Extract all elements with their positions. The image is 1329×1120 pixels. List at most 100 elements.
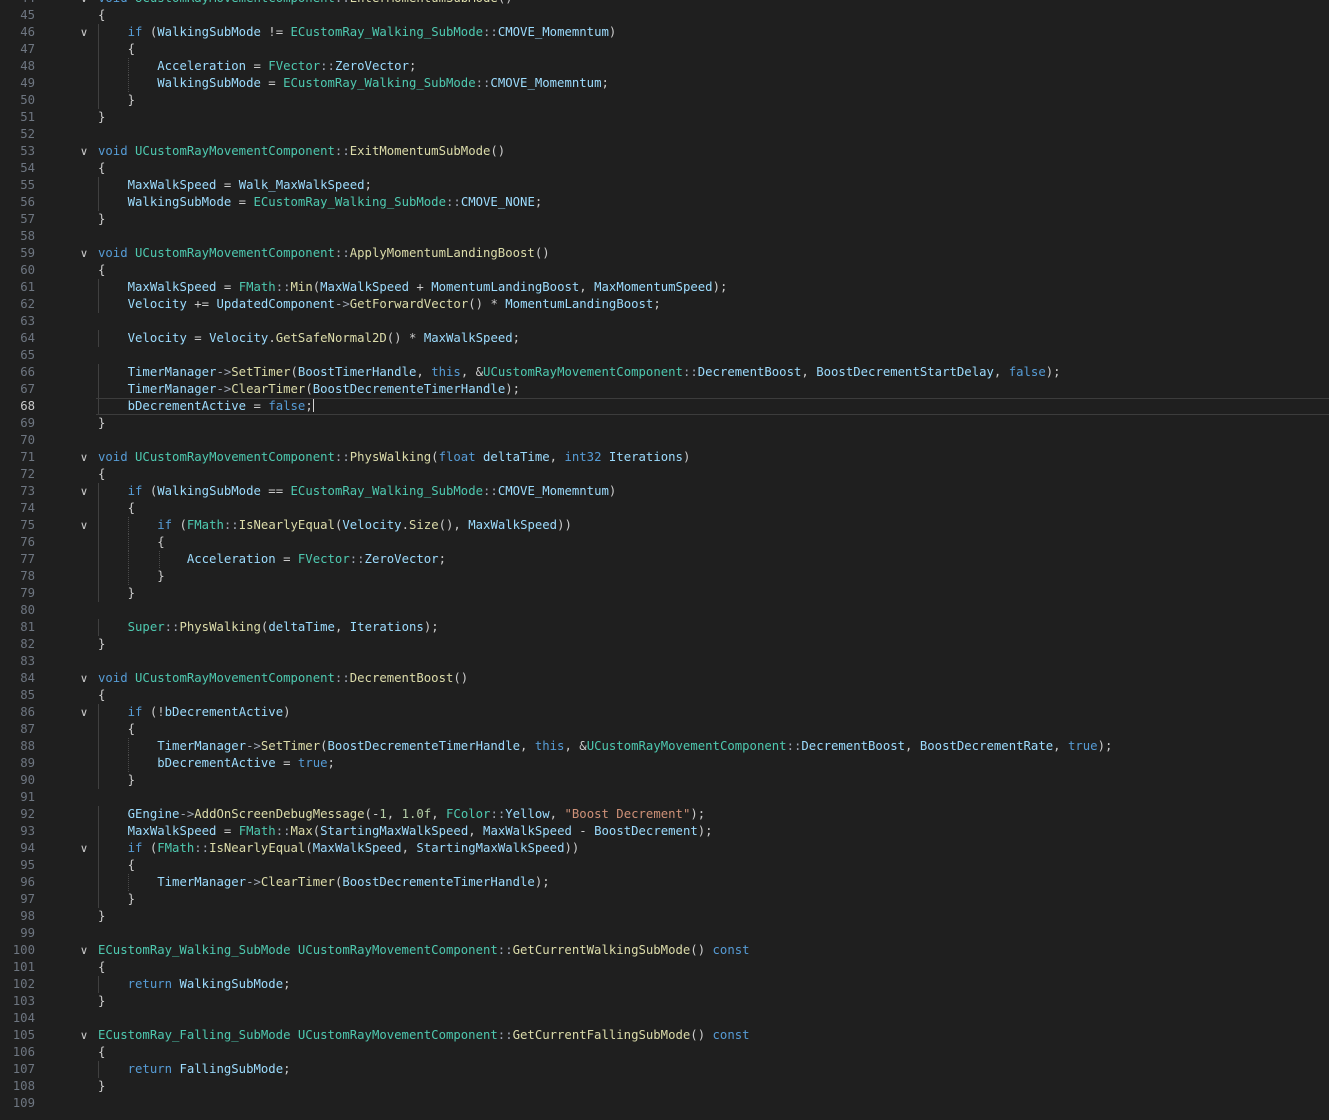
code-line[interactable]: 56 WalkingSubMode = ECustomRay_Walking_S… (0, 194, 1329, 211)
code-line[interactable]: 92 GEngine->AddOnScreenDebugMessage(-1, … (0, 806, 1329, 823)
code-line[interactable]: 108} (0, 1078, 1329, 1095)
code-line[interactable]: 74 { (0, 500, 1329, 517)
code-line[interactable]: 91 (0, 789, 1329, 806)
code-line[interactable]: 67 TimerManager->ClearTimer(BoostDecreme… (0, 381, 1329, 398)
code-line[interactable]: 76 { (0, 534, 1329, 551)
code-text: } (98, 110, 106, 124)
code-line[interactable]: 105 ∨ ECustomRay_Falling_SubMode UCustomRa… (0, 1027, 1329, 1044)
code-line[interactable]: 45 { (0, 7, 1329, 24)
code-line[interactable]: 86 ∨ if (!bDecrementActive) (0, 704, 1329, 721)
fold-chevron-icon[interactable]: ∨ (75, 143, 93, 160)
code-line[interactable]: 60 { (0, 262, 1329, 279)
fold-chevron-icon[interactable]: ∨ (75, 449, 93, 466)
code-line[interactable]: 62 Velocity += UpdatedComponent->GetForw… (0, 296, 1329, 313)
code-line[interactable]: 61 MaxWalkSpeed = FMath::Min(MaxWalkSpee… (0, 279, 1329, 296)
line-number: 73 (20, 484, 35, 498)
code-line[interactable]: 59 ∨ void UCustomRayMovementComponent::App… (0, 245, 1329, 262)
line-number: 106 (12, 1045, 35, 1059)
code-line[interactable]: 93 MaxWalkSpeed = FMath::Max(StartingMax… (0, 823, 1329, 840)
code-line[interactable]: 80 (0, 602, 1329, 619)
line-number: 64 (20, 331, 35, 345)
code-line[interactable]: 70 (0, 432, 1329, 449)
code-line[interactable]: 81 Super::PhysWalking(deltaTime, Iterati… (0, 619, 1329, 636)
code-line[interactable]: 65 (0, 347, 1329, 364)
code-text: { (98, 161, 106, 175)
code-line[interactable]: 54 { (0, 160, 1329, 177)
code-line[interactable]: 90 } (0, 772, 1329, 789)
code-line[interactable]: 106 { (0, 1044, 1329, 1061)
code-editor[interactable]: 44∨void UCustomRayMovementComponent::Ent… (0, 0, 1329, 1120)
code-line[interactable]: 89 bDecrementActive = true; (0, 755, 1329, 772)
code-line[interactable]: 50 } (0, 92, 1329, 109)
code-line[interactable]: 94 ∨ if (FMath::IsNearlyEqual(MaxWalkSpee… (0, 840, 1329, 857)
code-line[interactable]: 82} (0, 636, 1329, 653)
code-line[interactable]: 68 bDecrementActive = false; (0, 398, 1329, 415)
code-line[interactable]: 53 ∨ void UCustomRayMovementComponent::Exi… (0, 143, 1329, 160)
code-text: } (98, 994, 106, 1008)
code-line[interactable]: 63 (0, 313, 1329, 330)
code-line[interactable]: 109 (0, 1095, 1329, 1112)
code-text: Acceleration = FVector::ZeroVector; (157, 59, 417, 73)
code-line[interactable]: 48 Acceleration = FVector::ZeroVector; (0, 58, 1329, 75)
fold-chevron-icon[interactable]: ∨ (75, 0, 93, 7)
code-text: } (98, 569, 165, 583)
code-line[interactable]: 107 return FallingSubMode; (0, 1061, 1329, 1078)
fold-chevron-icon[interactable]: ∨ (75, 483, 93, 500)
fold-chevron-icon[interactable]: ∨ (75, 245, 93, 262)
code-line[interactable]: 57} (0, 211, 1329, 228)
code-line[interactable]: 52 (0, 126, 1329, 143)
code-line[interactable]: 73 ∨ if (WalkingSubMode == ECustomRay_Wal… (0, 483, 1329, 500)
code-line[interactable]: 97 } (0, 891, 1329, 908)
fold-chevron-icon[interactable]: ∨ (75, 840, 93, 857)
code-line[interactable]: 71 ∨ void UCustomRayMovementComponent::Phy… (0, 449, 1329, 466)
fold-chevron-icon[interactable]: ∨ (75, 517, 93, 534)
code-line[interactable]: 87 { (0, 721, 1329, 738)
code-text: { (98, 960, 106, 974)
line-number: 56 (20, 195, 35, 209)
code-line[interactable]: 55 MaxWalkSpeed = Walk_MaxWalkSpeed; (0, 177, 1329, 194)
fold-chevron-icon[interactable]: ∨ (75, 24, 93, 41)
fold-chevron-icon[interactable]: ∨ (75, 942, 93, 959)
line-number: 107 (12, 1062, 35, 1076)
code-line[interactable]: 83 (0, 653, 1329, 670)
code-line[interactable]: 44 ∨ void UCustomRayMovementComponent::Ent… (0, 0, 1329, 7)
code-line[interactable]: 77 Acceleration = FVector::ZeroVector; (0, 551, 1329, 568)
code-line[interactable]: 102 return WalkingSubMode; (0, 976, 1329, 993)
code-line[interactable]: 79 } (0, 585, 1329, 602)
code-line[interactable]: 66 TimerManager->SetTimer(BoostTimerHand… (0, 364, 1329, 381)
line-number: 99 (20, 926, 35, 940)
code-line[interactable]: 69} (0, 415, 1329, 432)
code-text: } (98, 909, 106, 923)
code-line[interactable]: 99 (0, 925, 1329, 942)
code-text: if (!bDecrementActive) (127, 705, 291, 719)
code-line[interactable]: 85 { (0, 687, 1329, 704)
line-number: 70 (20, 433, 35, 447)
code-line[interactable]: 104 (0, 1010, 1329, 1027)
code-line[interactable]: 64 Velocity = Velocity.GetSafeNormal2D()… (0, 330, 1329, 347)
code-line[interactable]: 103} (0, 993, 1329, 1010)
code-line[interactable]: 78 } (0, 568, 1329, 585)
code-line[interactable]: 58 (0, 228, 1329, 245)
code-line[interactable]: 88 TimerManager->SetTimer(BoostDecrement… (0, 738, 1329, 755)
fold-chevron-icon[interactable]: ∨ (75, 1027, 93, 1044)
code-text: void UCustomRayMovementComponent::ApplyM… (98, 246, 550, 260)
code-line[interactable]: 96 TimerManager->ClearTimer(BoostDecreme… (0, 874, 1329, 891)
line-number: 71 (20, 450, 35, 464)
code-line[interactable]: 47 { (0, 41, 1329, 58)
line-number: 96 (20, 875, 35, 889)
code-line[interactable]: 75 ∨ if (FMath::IsNearlyEqual(Velocity.Si… (0, 517, 1329, 534)
code-text: WalkingSubMode = ECustomRay_Walking_SubM… (157, 76, 609, 90)
code-line[interactable]: 46 ∨ if (WalkingSubMode != ECustomRay_Wal… (0, 24, 1329, 41)
code-line[interactable]: 101 { (0, 959, 1329, 976)
fold-chevron-icon[interactable]: ∨ (75, 670, 93, 687)
fold-chevron-icon[interactable]: ∨ (75, 704, 93, 721)
code-text: if (FMath::IsNearlyEqual(MaxWalkSpeed, S… (127, 841, 580, 855)
line-number: 108 (12, 1079, 35, 1093)
code-line[interactable]: 84 ∨ void UCustomRayMovementComponent::Dec… (0, 670, 1329, 687)
code-line[interactable]: 72 { (0, 466, 1329, 483)
code-line[interactable]: 51} (0, 109, 1329, 126)
code-line[interactable]: 49 WalkingSubMode = ECustomRay_Walking_S… (0, 75, 1329, 92)
code-line[interactable]: 98} (0, 908, 1329, 925)
code-line[interactable]: 95 { (0, 857, 1329, 874)
code-line[interactable]: 100 ∨ ECustomRay_Walking_SubMode UCustomRa… (0, 942, 1329, 959)
